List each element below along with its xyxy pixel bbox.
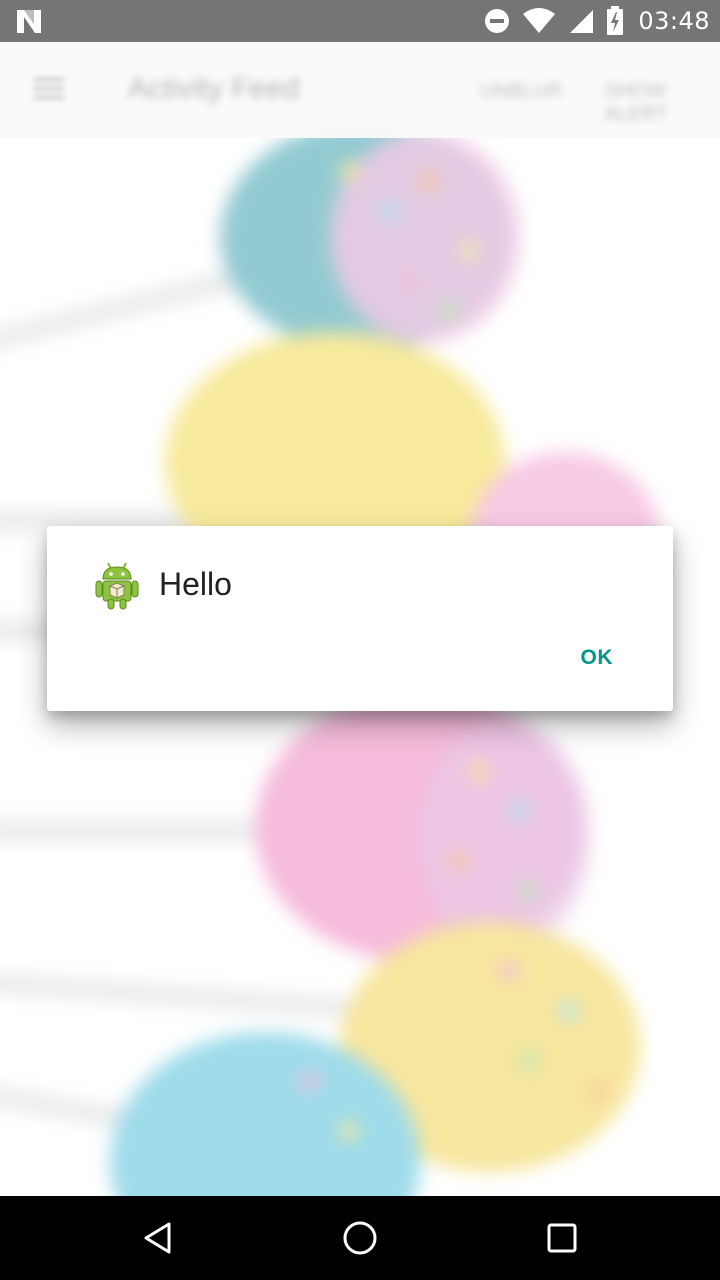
status-bar: 03:48 xyxy=(0,0,720,42)
cell-signal-icon xyxy=(570,10,594,33)
recents-button[interactable] xyxy=(538,1214,586,1262)
app-bar-action-unblur[interactable]: Unblur xyxy=(480,80,562,103)
screen: 03:48 Activity Feed UNBLUR SHOW ALERT He… xyxy=(0,0,720,1280)
alert-dialog: Hello OK xyxy=(47,526,673,711)
menu-icon[interactable] xyxy=(34,78,64,100)
ok-button[interactable]: OK xyxy=(557,638,638,678)
app-bar-action-show-alert[interactable]: Show Alert xyxy=(604,80,720,126)
android-robot-icon xyxy=(95,562,139,610)
n-logo-icon xyxy=(17,10,41,33)
do-not-disturb-icon xyxy=(485,9,510,33)
back-icon xyxy=(144,1222,171,1254)
dialog-title: Hello xyxy=(159,566,232,602)
navigation-bar xyxy=(0,1196,720,1280)
recents-icon xyxy=(547,1223,577,1253)
home-icon xyxy=(343,1221,377,1255)
wifi-icon xyxy=(523,8,556,33)
clock: 03:48 xyxy=(638,7,710,35)
app-bar: Activity Feed Unblur Show Alert xyxy=(0,42,720,138)
back-button[interactable] xyxy=(134,1214,182,1262)
battery-icon xyxy=(607,6,624,35)
status-icons: 03:48 xyxy=(484,0,710,42)
home-button[interactable] xyxy=(336,1214,384,1262)
app-bar-title: Activity Feed xyxy=(128,72,300,105)
